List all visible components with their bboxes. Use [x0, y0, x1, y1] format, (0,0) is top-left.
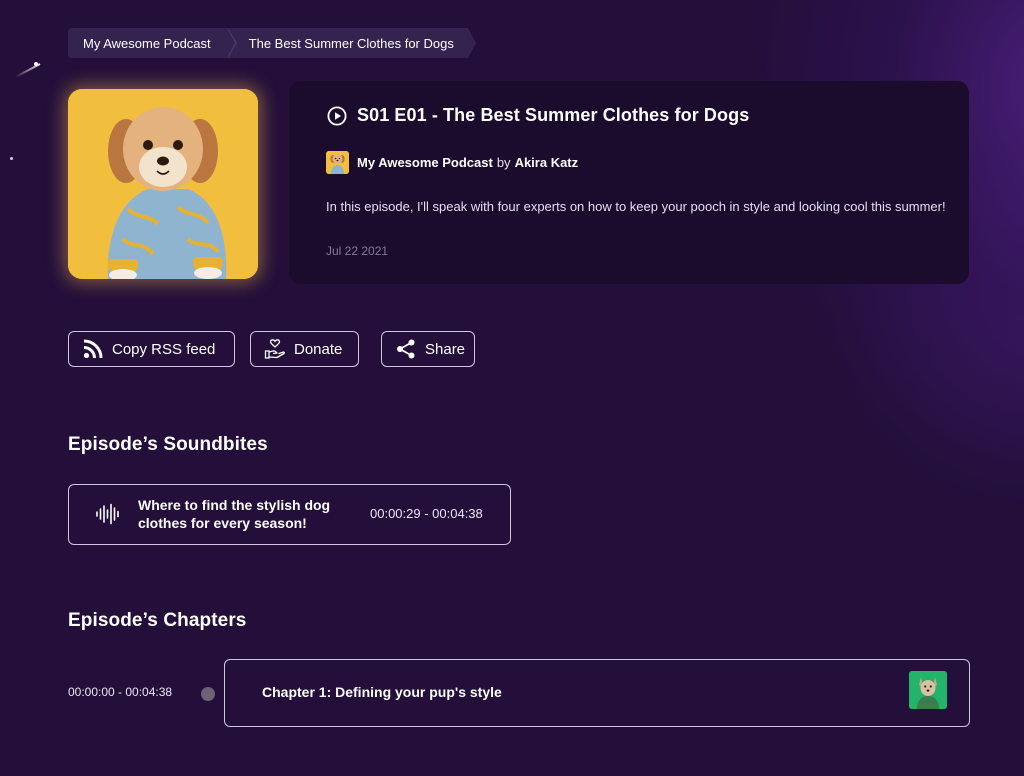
episode-title: S01 E01 - The Best Summer Clothes for Do…	[357, 105, 750, 125]
soundbite-item[interactable]: Where to find the stylish dog clothes fo…	[68, 484, 511, 545]
episode-cover-image	[68, 89, 258, 279]
dog-in-pajamas-illustration	[68, 89, 258, 279]
donate-button[interactable]: Donate	[250, 331, 359, 367]
podcast-byline: My Awesome Podcast by Akira Katz	[326, 151, 578, 174]
chapters-heading: Episode’s Chapters	[68, 610, 247, 631]
hand-heart-icon	[264, 338, 286, 360]
chapter-time-range: 00:00:00 - 00:04:38	[68, 685, 173, 699]
share-button[interactable]: Share	[381, 331, 475, 367]
chapter-item[interactable]: Chapter 1: Defining your pup's style	[224, 659, 970, 727]
byline-by-text: by	[496, 155, 511, 170]
copy-rss-feed-button[interactable]: Copy RSS feed	[68, 331, 235, 367]
share-label: Share	[425, 340, 466, 358]
breadcrumb-podcast-label: My Awesome Podcast	[83, 35, 211, 51]
donate-label: Donate	[294, 340, 343, 358]
breadcrumb-separator	[227, 28, 237, 58]
audio-wave-icon	[95, 503, 121, 525]
soundbite-title: Where to find the stylish dog clothes fo…	[138, 497, 331, 531]
chapter-thumbnail	[909, 671, 947, 709]
soundbites-heading: Episode’s Soundbites	[68, 434, 268, 455]
episode-info-card: S01 E01 - The Best Summer Clothes for Do…	[289, 81, 969, 284]
star-sparkle	[34, 62, 38, 66]
episode-title-row: S01 E01 - The Best Summer Clothes for Do…	[327, 105, 749, 126]
share-icon	[395, 338, 417, 360]
breadcrumb: My Awesome Podcast The Best Summer Cloth…	[68, 28, 477, 58]
author-name-link[interactable]: Akira Katz	[515, 155, 579, 170]
episode-date: Jul 22 2021	[326, 244, 389, 258]
breadcrumb-episode-label: The Best Summer Clothes for Dogs	[248, 35, 454, 51]
episode-description: In this episode, I'll speak with four ex…	[326, 199, 946, 214]
chapter-title: Chapter 1: Defining your pup's style	[262, 684, 502, 700]
breadcrumb-episode-link[interactable]: The Best Summer Clothes for Dogs	[226, 28, 477, 58]
play-circle-icon[interactable]	[327, 105, 347, 126]
podcast-thumbnail	[326, 151, 349, 174]
soundbite-time-range: 00:00:29 - 00:04:38	[370, 506, 483, 521]
breadcrumb-podcast-link[interactable]: My Awesome Podcast	[68, 28, 237, 58]
star-sparkle	[10, 157, 13, 160]
copy-rss-feed-label: Copy RSS feed	[112, 340, 216, 358]
rss-icon	[82, 338, 104, 360]
chapter-timeline-dot	[201, 687, 215, 701]
podcast-name-link[interactable]: My Awesome Podcast	[357, 155, 493, 170]
